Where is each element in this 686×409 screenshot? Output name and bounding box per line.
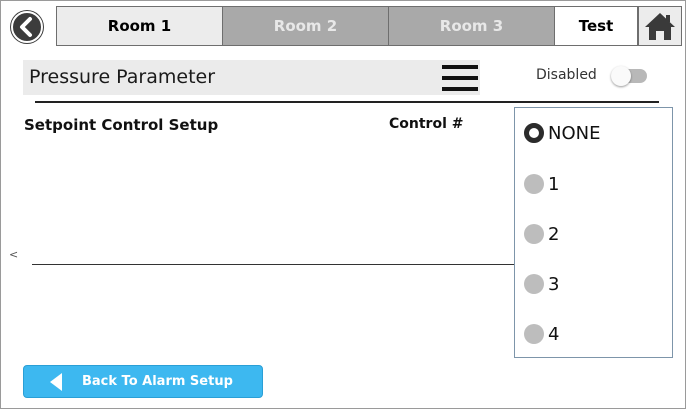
option-label: 4 [548,323,560,345]
tab-room-3[interactable]: Room 3 [388,6,555,46]
tab-label: Room 2 [273,17,338,35]
page-title: Pressure Parameter [29,66,216,88]
enable-toggle[interactable] [611,66,647,86]
dropdown-option-1[interactable]: 1 [524,169,559,199]
control-number-dropdown[interactable]: NONE 1 2 3 4 [514,107,673,358]
back-to-alarm-setup-button[interactable]: Back To Alarm Setup [23,365,263,398]
option-label: 1 [548,173,560,195]
tab-label: Room 3 [439,17,504,35]
home-button[interactable] [638,6,682,46]
parameter-header-bar: Pressure Parameter [23,60,480,95]
option-label: 3 [548,273,560,295]
radio-icon [524,274,544,294]
chevron-left-icon [11,11,43,43]
back-button[interactable] [10,10,44,44]
tab-test[interactable]: Test [554,6,638,46]
content-divider [32,264,515,265]
radio-selected-icon [524,123,544,143]
tab-label: Room 1 [107,17,172,35]
radio-icon [524,324,544,344]
radio-icon [524,174,544,194]
dropdown-option-2[interactable]: 2 [524,219,559,249]
tab-room-2[interactable]: Room 2 [222,6,389,46]
arrow-left-icon [50,373,62,391]
toggle-label: Disabled [536,67,597,83]
dropdown-option-none[interactable]: NONE [524,118,600,148]
edge-mark: < [9,248,19,261]
control-number-label: Control # [389,116,464,132]
tab-label: Test [578,17,614,35]
home-icon [645,13,675,40]
option-label: NONE [548,122,601,144]
hamburger-menu-icon[interactable] [442,63,478,93]
toggle-knob [611,66,631,86]
top-navigation-bar: Room 1 Room 2 Room 3 Test [0,6,686,48]
radio-icon [524,224,544,244]
button-label: Back To Alarm Setup [82,374,233,389]
option-label: 2 [548,223,560,245]
header-divider [35,101,659,103]
section-title: Setpoint Control Setup [24,116,219,134]
tab-room-1[interactable]: Room 1 [56,6,223,46]
dropdown-option-4[interactable]: 4 [524,319,559,349]
dropdown-option-3[interactable]: 3 [524,269,559,299]
